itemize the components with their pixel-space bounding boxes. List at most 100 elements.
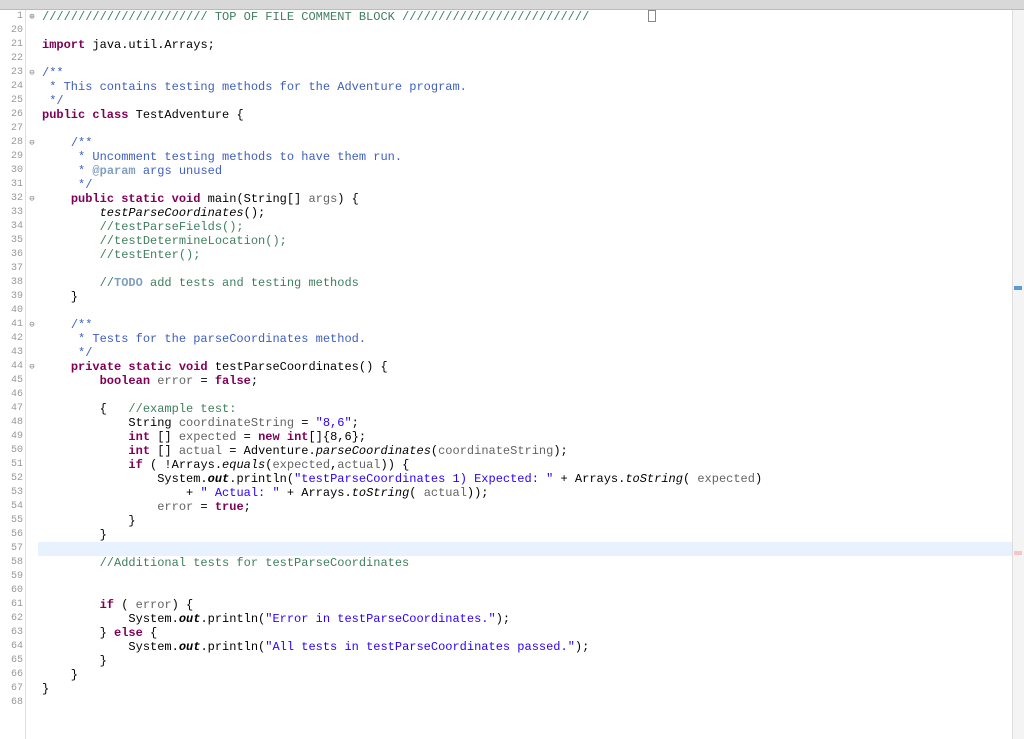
line-number: 62 (0, 612, 23, 626)
code-line[interactable]: if ( !Arrays.equals(expected,actual)) { (38, 458, 1024, 472)
code-line[interactable]: //testEnter(); (38, 248, 1024, 262)
code-token: actual (424, 486, 467, 500)
code-line[interactable] (38, 696, 1024, 710)
code-line[interactable]: private static void testParseCoordinates… (38, 360, 1024, 374)
overview-ruler[interactable] (1012, 10, 1024, 739)
code-area[interactable]: /////////////////////// TOP OF FILE COMM… (38, 10, 1024, 739)
code-line[interactable]: { //example test: (38, 402, 1024, 416)
code-line[interactable]: } else { (38, 626, 1024, 640)
code-token: parseCoordinates (316, 444, 431, 458)
code-token: System. (42, 472, 208, 486)
line-number: 37 (0, 262, 23, 276)
code-token: ( (683, 472, 697, 486)
code-line[interactable] (38, 304, 1024, 318)
fold-toggle-icon[interactable]: ⊖ (26, 192, 38, 206)
fold-spacer (26, 220, 38, 234)
code-line[interactable]: * Tests for the parseCoordinates method. (38, 332, 1024, 346)
code-line[interactable] (38, 122, 1024, 136)
code-line[interactable]: } (38, 528, 1024, 542)
code-line[interactable]: if ( error) { (38, 598, 1024, 612)
code-line[interactable]: error = true; (38, 500, 1024, 514)
code-line[interactable]: int [] expected = new int[]{8,6}; (38, 430, 1024, 444)
code-line[interactable]: //testParseFields(); (38, 220, 1024, 234)
code-line[interactable] (38, 584, 1024, 598)
code-line[interactable]: */ (38, 178, 1024, 192)
code-line[interactable]: public class TestAdventure { (38, 108, 1024, 122)
line-number: 23 (0, 66, 23, 80)
code-line[interactable] (38, 542, 1024, 556)
code-line[interactable]: public static void main(String[] args) { (38, 192, 1024, 206)
fold-spacer (26, 430, 38, 444)
code-line[interactable]: * @param args unused (38, 164, 1024, 178)
code-line[interactable]: * This contains testing methods for the … (38, 80, 1024, 94)
fold-column[interactable]: ⊕ ⊖ ⊖ ⊖ ⊖ ⊖ (26, 10, 38, 739)
code-editor[interactable]: 1202122232425262728293031323334353637383… (0, 10, 1024, 739)
line-number: 49 (0, 430, 23, 444)
code-line[interactable]: System.out.println("All tests in testPar… (38, 640, 1024, 654)
code-token: = (236, 430, 258, 444)
code-token: } (42, 682, 49, 696)
code-token (42, 374, 100, 388)
line-number: 24 (0, 80, 23, 94)
code-line[interactable]: /** (38, 66, 1024, 80)
code-line[interactable]: } (38, 668, 1024, 682)
code-token: { (42, 402, 128, 416)
code-line[interactable]: } (38, 682, 1024, 696)
code-line[interactable]: int [] actual = Adventure.parseCoordinat… (38, 444, 1024, 458)
code-token: ; (352, 416, 359, 430)
code-line[interactable] (38, 570, 1024, 584)
code-line[interactable]: } (38, 654, 1024, 668)
code-line[interactable] (38, 262, 1024, 276)
code-line[interactable]: System.out.println("testParseCoordinates… (38, 472, 1024, 486)
code-token: = (294, 416, 316, 430)
code-line[interactable]: boolean error = false; (38, 374, 1024, 388)
code-line[interactable]: /** (38, 318, 1024, 332)
ruler-warning-marker[interactable] (1014, 551, 1022, 555)
line-number: 50 (0, 444, 23, 458)
code-token: + (42, 486, 200, 500)
code-line[interactable]: * Uncomment testing methods to have them… (38, 150, 1024, 164)
code-line[interactable]: */ (38, 94, 1024, 108)
code-token: //testEnter(); (100, 248, 201, 262)
code-line[interactable]: //testDetermineLocation(); (38, 234, 1024, 248)
fold-toggle-icon[interactable]: ⊖ (26, 136, 38, 150)
fold-toggle-icon[interactable]: ⊖ (26, 66, 38, 80)
fold-toggle-icon[interactable]: ⊕ (26, 10, 38, 24)
line-number: 58 (0, 556, 23, 570)
code-line[interactable]: testParseCoordinates(); (38, 206, 1024, 220)
code-line[interactable]: //Additional tests for testParseCoordina… (38, 556, 1024, 570)
code-line[interactable]: String coordinateString = "8,6"; (38, 416, 1024, 430)
ruler-todo-marker[interactable] (1014, 286, 1022, 290)
code-token: coordinateString (438, 444, 553, 458)
code-token: out (179, 640, 201, 654)
code-line[interactable]: + " Actual: " + Arrays.toString( actual)… (38, 486, 1024, 500)
code-token (42, 234, 100, 248)
fold-spacer (26, 500, 38, 514)
fold-toggle-icon[interactable]: ⊖ (26, 360, 38, 374)
code-line[interactable]: /** (38, 136, 1024, 150)
code-line[interactable]: //TODO add tests and testing methods (38, 276, 1024, 290)
code-token (42, 556, 100, 570)
line-number-gutter: 1202122232425262728293031323334353637383… (0, 10, 26, 739)
line-number: 61 (0, 598, 23, 612)
code-line[interactable] (38, 388, 1024, 402)
code-token: } (42, 626, 114, 640)
fold-spacer (26, 206, 38, 220)
fold-spacer (26, 514, 38, 528)
code-line[interactable]: } (38, 514, 1024, 528)
code-token: args unused (136, 164, 222, 178)
fold-spacer (26, 612, 38, 626)
code-line[interactable] (38, 24, 1024, 38)
code-token: ) { (337, 192, 359, 206)
code-line[interactable]: */ (38, 346, 1024, 360)
code-line[interactable] (38, 52, 1024, 66)
fold-toggle-icon[interactable]: ⊖ (26, 318, 38, 332)
fold-spacer (26, 262, 38, 276)
code-line[interactable]: } (38, 290, 1024, 304)
code-line[interactable]: System.out.println("Error in testParseCo… (38, 612, 1024, 626)
code-line[interactable]: import java.util.Arrays; (38, 38, 1024, 52)
fold-spacer (26, 444, 38, 458)
fold-spacer (26, 542, 38, 556)
code-token: TODO (114, 276, 143, 290)
code-line[interactable]: /////////////////////// TOP OF FILE COMM… (38, 10, 1024, 24)
